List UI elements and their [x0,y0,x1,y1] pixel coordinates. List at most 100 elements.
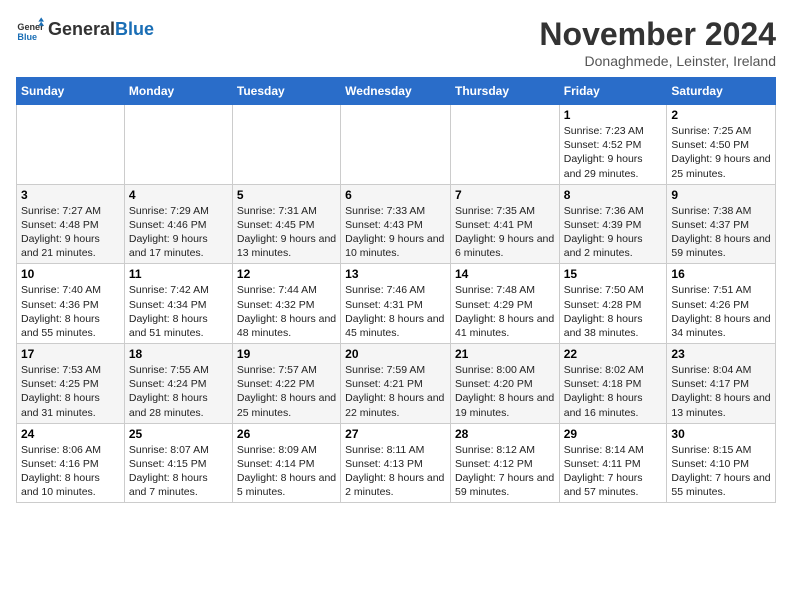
calendar-day-cell: 16 Sunrise: 7:51 AM Sunset: 4:26 PM Dayli… [667,264,776,344]
day-info: Sunrise: 8:15 AM Sunset: 4:10 PM Dayligh… [671,443,771,500]
calendar-day-cell: 17Sunrise: 7:53 AM Sunset: 4:25 PM Dayli… [17,344,125,424]
calendar-day-cell: 9 Sunrise: 7:38 AM Sunset: 4:37 PM Daylig… [667,184,776,264]
day-number: 12 [237,267,336,281]
day-number: 25 [129,427,228,441]
weekday-header-sunday: Sunday [17,78,125,105]
calendar-week-row: 10 Sunrise: 7:40 AM Sunset: 4:36 PM Dayli… [17,264,776,344]
calendar-day-cell: 10 Sunrise: 7:40 AM Sunset: 4:36 PM Dayli… [17,264,125,344]
calendar-day-cell: 13Sunrise: 7:46 AM Sunset: 4:31 PM Dayli… [341,264,451,344]
calendar-day-cell: 4Sunrise: 7:29 AM Sunset: 4:46 PM Daylig… [124,184,232,264]
day-info: Sunrise: 8:06 AM Sunset: 4:16 PM Dayligh… [21,443,120,500]
day-number: 26 [237,427,336,441]
calendar-empty-cell [450,105,559,185]
day-info: Sunrise: 7:59 AM Sunset: 4:21 PM Dayligh… [345,363,446,420]
day-number: 7 [455,188,555,202]
calendar-day-cell: 18Sunrise: 7:55 AM Sunset: 4:24 PM Dayli… [124,344,232,424]
day-number: 20 [345,347,446,361]
calendar-week-row: 24Sunrise: 8:06 AM Sunset: 4:16 PM Dayli… [17,423,776,503]
day-info: Sunrise: 8:02 AM Sunset: 4:18 PM Dayligh… [564,363,663,420]
weekday-header-monday: Monday [124,78,232,105]
logo: General Blue GeneralBlue [16,16,154,44]
title-area: November 2024 Donaghmede, Leinster, Irel… [539,16,776,69]
logo-icon: General Blue [16,16,44,44]
weekday-header-wednesday: Wednesday [341,78,451,105]
day-number: 21 [455,347,555,361]
day-number: 13 [345,267,446,281]
calendar-day-cell: 7 Sunrise: 7:35 AM Sunset: 4:41 PM Daylig… [450,184,559,264]
weekday-header-row: SundayMondayTuesdayWednesdayThursdayFrid… [17,78,776,105]
day-info: Sunrise: 8:09 AM Sunset: 4:14 PM Dayligh… [237,443,336,500]
calendar-day-cell: 6Sunrise: 7:33 AM Sunset: 4:43 PM Daylig… [341,184,451,264]
calendar-day-cell: 26 Sunrise: 8:09 AM Sunset: 4:14 PM Dayli… [232,423,340,503]
day-info: Sunrise: 7:25 AM Sunset: 4:50 PM Dayligh… [671,124,771,181]
calendar-day-cell: 3 Sunrise: 7:27 AM Sunset: 4:48 PM Daylig… [17,184,125,264]
day-info: Sunrise: 8:11 AM Sunset: 4:13 PM Dayligh… [345,443,446,500]
calendar-table: SundayMondayTuesdayWednesdayThursdayFrid… [16,77,776,503]
weekday-header-thursday: Thursday [450,78,559,105]
logo-blue-text: Blue [115,19,154,39]
day-info: Sunrise: 7:44 AM Sunset: 4:32 PM Dayligh… [237,283,336,340]
calendar-week-row: 17Sunrise: 7:53 AM Sunset: 4:25 PM Dayli… [17,344,776,424]
weekday-header-friday: Friday [559,78,667,105]
calendar-week-row: 1 Sunrise: 7:23 AM Sunset: 4:52 PM Daylig… [17,105,776,185]
calendar-day-cell: 12 Sunrise: 7:44 AM Sunset: 4:32 PM Dayli… [232,264,340,344]
svg-text:Blue: Blue [17,32,37,42]
day-info: Sunrise: 7:55 AM Sunset: 4:24 PM Dayligh… [129,363,228,420]
day-number: 4 [129,188,228,202]
day-number: 29 [564,427,663,441]
day-info: Sunrise: 7:50 AM Sunset: 4:28 PM Dayligh… [564,283,663,340]
weekday-header-tuesday: Tuesday [232,78,340,105]
day-info: Sunrise: 8:00 AM Sunset: 4:20 PM Dayligh… [455,363,555,420]
day-info: Sunrise: 8:14 AM Sunset: 4:11 PM Dayligh… [564,443,663,500]
day-info: Sunrise: 7:42 AM Sunset: 4:34 PM Dayligh… [129,283,228,340]
location-title: Donaghmede, Leinster, Ireland [539,53,776,69]
day-number: 9 [671,188,771,202]
calendar-empty-cell [124,105,232,185]
calendar-day-cell: 5 Sunrise: 7:31 AM Sunset: 4:45 PM Daylig… [232,184,340,264]
calendar-day-cell: 2 Sunrise: 7:25 AM Sunset: 4:50 PM Daylig… [667,105,776,185]
day-info: Sunrise: 7:35 AM Sunset: 4:41 PM Dayligh… [455,204,555,261]
day-number: 28 [455,427,555,441]
day-info: Sunrise: 7:23 AM Sunset: 4:52 PM Dayligh… [564,124,663,181]
day-info: Sunrise: 8:12 AM Sunset: 4:12 PM Dayligh… [455,443,555,500]
day-number: 8 [564,188,663,202]
calendar-day-cell: 29 Sunrise: 8:14 AM Sunset: 4:11 PM Dayli… [559,423,667,503]
calendar-day-cell: 27 Sunrise: 8:11 AM Sunset: 4:13 PM Dayli… [341,423,451,503]
day-info: Sunrise: 7:40 AM Sunset: 4:36 PM Dayligh… [21,283,120,340]
calendar-day-cell: 14Sunrise: 7:48 AM Sunset: 4:29 PM Dayli… [450,264,559,344]
calendar-week-row: 3 Sunrise: 7:27 AM Sunset: 4:48 PM Daylig… [17,184,776,264]
day-number: 6 [345,188,446,202]
logo-general-text: General [48,19,115,39]
day-number: 23 [671,347,771,361]
calendar-day-cell: 8Sunrise: 7:36 AM Sunset: 4:39 PM Daylig… [559,184,667,264]
day-number: 2 [671,108,771,122]
calendar-empty-cell [341,105,451,185]
day-number: 10 [21,267,120,281]
day-number: 15 [564,267,663,281]
day-info: Sunrise: 7:31 AM Sunset: 4:45 PM Dayligh… [237,204,336,261]
day-info: Sunrise: 7:38 AM Sunset: 4:37 PM Dayligh… [671,204,771,261]
calendar-empty-cell [17,105,125,185]
day-number: 3 [21,188,120,202]
day-number: 16 [671,267,771,281]
calendar-day-cell: 20 Sunrise: 7:59 AM Sunset: 4:21 PM Dayli… [341,344,451,424]
calendar-day-cell: 21 Sunrise: 8:00 AM Sunset: 4:20 PM Dayli… [450,344,559,424]
day-info: Sunrise: 7:53 AM Sunset: 4:25 PM Dayligh… [21,363,120,420]
day-info: Sunrise: 7:27 AM Sunset: 4:48 PM Dayligh… [21,204,120,261]
calendar-day-cell: 25Sunrise: 8:07 AM Sunset: 4:15 PM Dayli… [124,423,232,503]
calendar-day-cell: 24Sunrise: 8:06 AM Sunset: 4:16 PM Dayli… [17,423,125,503]
day-number: 1 [564,108,663,122]
calendar-day-cell: 1 Sunrise: 7:23 AM Sunset: 4:52 PM Daylig… [559,105,667,185]
page-header: General Blue GeneralBlue November 2024 D… [16,16,776,69]
day-number: 11 [129,267,228,281]
day-info: Sunrise: 7:51 AM Sunset: 4:26 PM Dayligh… [671,283,771,340]
day-number: 27 [345,427,446,441]
calendar-day-cell: 15 Sunrise: 7:50 AM Sunset: 4:28 PM Dayli… [559,264,667,344]
day-number: 30 [671,427,771,441]
day-number: 5 [237,188,336,202]
calendar-day-cell: 11 Sunrise: 7:42 AM Sunset: 4:34 PM Dayli… [124,264,232,344]
day-info: Sunrise: 7:48 AM Sunset: 4:29 PM Dayligh… [455,283,555,340]
calendar-day-cell: 23Sunrise: 8:04 AM Sunset: 4:17 PM Dayli… [667,344,776,424]
calendar-day-cell: 30 Sunrise: 8:15 AM Sunset: 4:10 PM Dayli… [667,423,776,503]
calendar-day-cell: 22Sunrise: 8:02 AM Sunset: 4:18 PM Dayli… [559,344,667,424]
